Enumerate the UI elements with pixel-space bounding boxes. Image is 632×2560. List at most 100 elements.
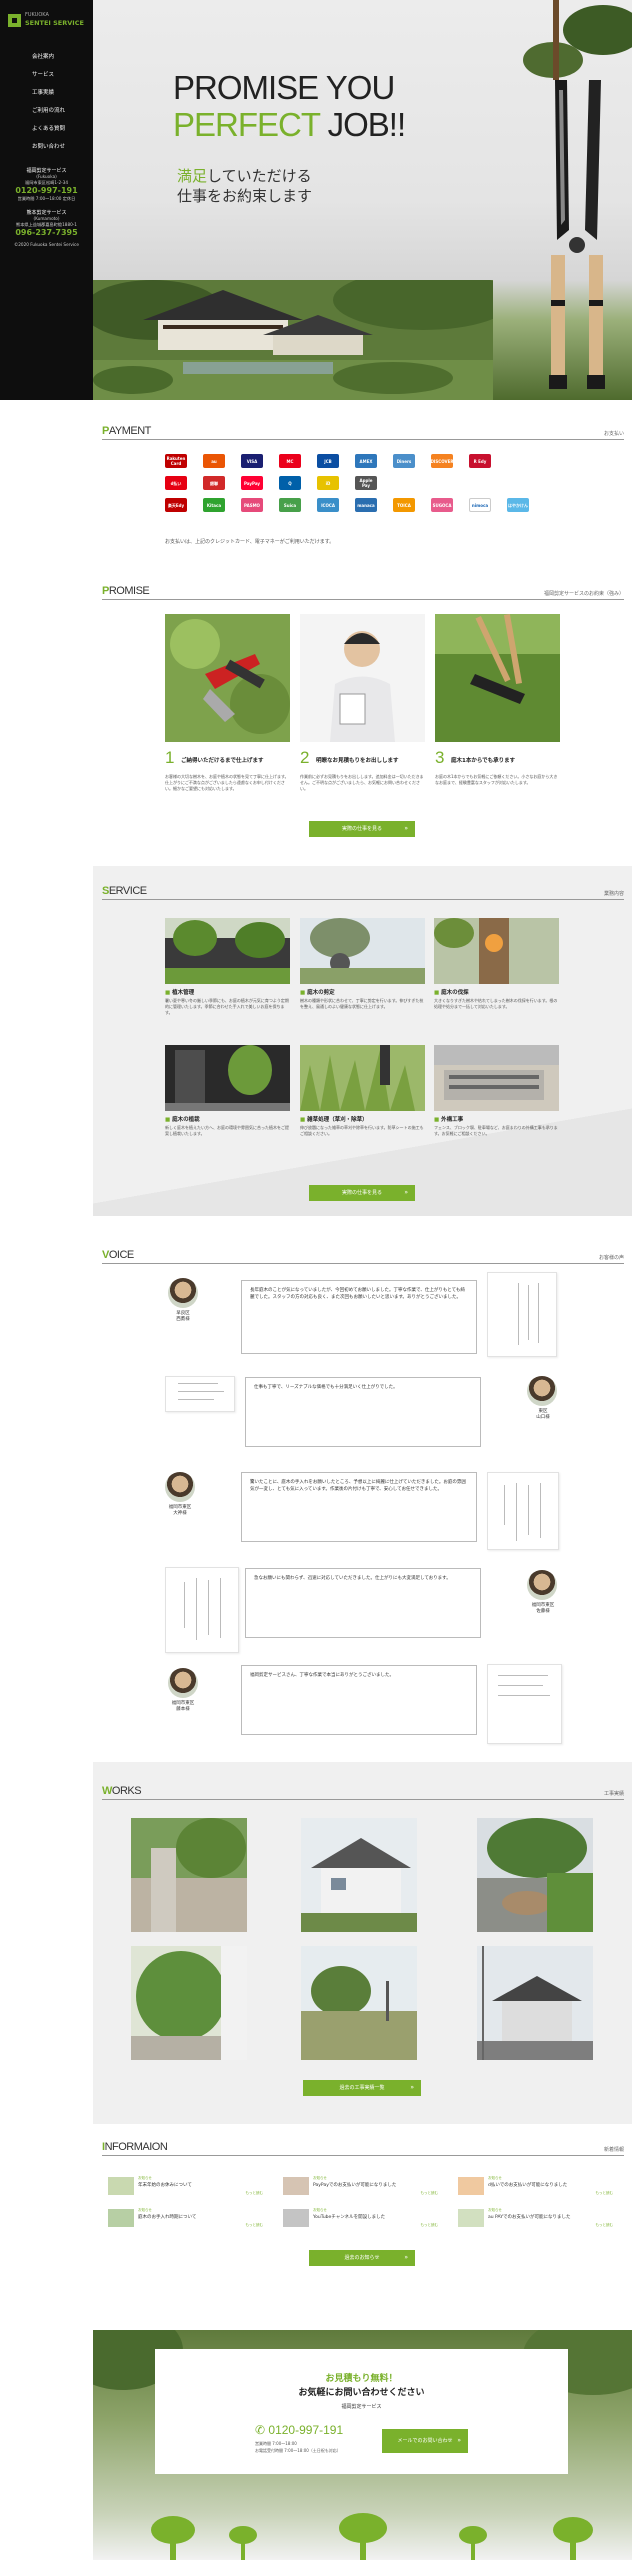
contact-note: お電話受付時間 7:00〜18:00（土日祝も対応） [255,2448,341,2453]
promise-number: 2 [300,748,310,767]
service-item-text: 新しく庭木を植えたい方へ、お庭の環境や雰囲気に合った植木をご提案し植栽いたします… [165,1125,289,1136]
hedge-shears-image [523,0,632,389]
works-header: WORKS 工事実績 [102,1784,624,1800]
info-thumbnail [458,2209,484,2227]
info-item[interactable]: お知らせ YouTubeチャンネルを開設しました もっと読む [283,2207,438,2231]
hero-title-job: JOB!! [319,106,407,143]
payment-logo: Apple Pay [355,476,377,490]
info-item[interactable]: お知らせ d払いでのお支払いが可能になりました もっと読む [458,2175,613,2199]
work-photo[interactable] [301,1818,417,1932]
sidebar-kumamoto-tel[interactable]: 096-237-7395 [0,228,93,238]
service-item[interactable]: 庭木の剪定 樹木の種類や形状に合わせて、丁寧に剪定を行います。伸びすぎた枝を整え… [300,918,425,1009]
payment-logo: DISCOVER [431,454,453,468]
customer-avatar [168,1278,198,1308]
info-thumbnail [108,2177,134,2195]
sidebar-item-faq[interactable]: よくある質問 [0,120,93,138]
promise-subtitle: 福岡剪定サービスのお約束（強み） [543,591,624,597]
works-list-button[interactable]: 過去の工事実績一覧 [303,2080,421,2096]
service-divider [102,899,624,900]
info-more-link[interactable]: もっと読む [246,2191,264,2196]
contact-tel-number: 0120-997-191 [268,2423,344,2437]
info-text: d払いでのお支払いが可能になりました [488,2183,568,2188]
payment-logo: d払い [165,476,187,490]
voice-comment: 仕事も丁寧で、リーズナブルな価格でも十分満足いく仕上がりでした。 [245,1377,481,1447]
customer-name: 福岡市東区 佐藤様 [531,1603,555,1614]
promise-more-button[interactable]: 実際の仕事を見る [309,821,415,837]
sidebar-item-flow[interactable]: ご利用の流れ [0,102,93,120]
service-item-title: 庭木の植栽 [165,1115,200,1123]
payment-logo: MC [279,454,301,468]
payment-logo: JCB [317,454,339,468]
service-item-title: 雑草処理（草刈・除草） [300,1115,368,1123]
customer-avatar [165,1472,195,1502]
service-item[interactable]: 植木管理 暑い夏や寒い冬の厳しい季節にも、お庭の植木が元気に育つよう定期的に管理… [165,918,290,1015]
work-photo[interactable] [477,1818,593,1932]
info-more-link[interactable]: もっと読む [596,2191,614,2196]
work-photo[interactable] [131,1818,247,1932]
info-item[interactable]: お知らせ 庭木のお手入れ時期について もっと読む [108,2207,263,2231]
hero-subtitle: 満足していただける 仕事をお約束します [177,166,312,206]
service-more-button[interactable]: 実際の仕事を見る [309,1185,415,1201]
payment-logo: manaca [355,498,377,512]
promise-divider [102,599,624,600]
tree-planting-photo [165,1045,290,1111]
work-photo[interactable] [131,1946,247,2060]
payment-logo: PASMO [241,498,263,512]
contact-heading-green: お見積もり無料！ [325,2374,398,2384]
info-item[interactable]: お知らせ PayPayでのお支払いが可能になりましたもっと読む [283,2175,438,2199]
sidebar-item-contact[interactable]: お問い合わせ [0,138,93,156]
info-archive-button[interactable]: 過去のお知らせ [309,2250,415,2266]
info-more-link[interactable]: もっと読む [246,2223,264,2228]
payment-logo: Diners [393,454,415,468]
info-text: PayPayでのお支払いが可能になりました [313,2183,397,2188]
hero-sub-line2: 仕事をお約束します [177,187,313,205]
payment-logo: ICOCA [317,498,339,512]
sidebar-item-company[interactable]: 会社案内 [0,48,93,66]
hero-title-line1: PROMISE YOU [173,69,395,106]
logo-mark-icon [8,14,21,27]
site-logo[interactable]: FUKUOKA SENTEI SERVICE [8,12,86,34]
service-item-text: 伸び放題になった雑草の草刈や除草を行います。防草シートの施工もご相談ください。 [300,1125,424,1136]
info-item[interactable]: お知らせ au PAYでのお支払いが可能になりました もっと読む [458,2207,613,2231]
handwritten-letter-image [165,1567,239,1653]
payment-row: d払い 銀聯 PayPay QiD Apple Pay [165,476,565,490]
weed-removal-photo [300,1045,425,1111]
sidebar-item-service[interactable]: サービス [0,66,93,84]
promise-item: 3 庭木1本からでも承ります お庭の木1本からでもお気軽にご依頼ください。小さな… [435,614,560,785]
handwritten-letter-image [487,1272,557,1357]
staff-photo [300,614,425,742]
info-thumbnail [108,2209,134,2227]
work-photo[interactable] [477,1946,593,2060]
service-item[interactable]: 庭木の植栽 新しく庭木を植えたい方へ、お庭の環境や雰囲気に合った植木をご提案し植… [165,1045,290,1136]
service-item[interactable]: 外構工事 フェンス、ブロック塀、駐車場など、お庭まわりの外構工事も承ります。お気… [434,1045,559,1136]
works-background [93,1762,632,2124]
promise-description: お客様の大切な樹木を、お庭や植木の状態を見て丁寧に仕上げます。仕上がりにご不満な… [165,774,289,791]
payment-logos: Rakuten Card au VISA MC JCB AMEX Diners DISCOVE… [165,454,565,520]
voice-comment: 驚いたことに、庭木の手入れをお願いしたところ、予想以上に綺麗に仕上げていただきま… [241,1472,477,1542]
japanese-garden-image [93,280,493,400]
info-tag: お知らせ [313,2176,327,2180]
contact-mail-button[interactable]: メールでのお問い合わせ [382,2429,468,2453]
hero: PROMISE YOU PERFECT JOB!! 満足していただける 仕事をお… [93,0,632,400]
info-divider [102,2155,624,2156]
info-more-link[interactable]: もっと読む [421,2223,439,2228]
contact-tel[interactable]: ✆ 0120-997-191 [255,2423,343,2437]
voice-comment: 急なお願いにも関わらず、迅速に対応していただきました。仕上がりにも大変満足してお… [245,1568,481,1638]
payment-title: PAYMENT [102,425,151,437]
service-item-title: 庭木の剪定 [300,988,335,996]
info-more-link[interactable]: もっと読む [596,2223,614,2228]
service-item[interactable]: 庭木の伐採 大きくなりすぎた樹木や枯れてしまった樹木の伐採を行います。根の処理や… [434,918,559,1009]
work-photo[interactable] [301,1946,417,2060]
sidebar-item-works[interactable]: 工事実績 [0,84,93,102]
service-item[interactable]: 雑草処理（草刈・除草） 伸び放題になった雑草の草刈や除草を行います。防草シートの… [300,1045,425,1136]
service-item-text: 樹木の種類や形状に合わせて、丁寧に剪定を行います。伸びすぎた枝を整え、風通しのよ… [300,998,424,1009]
info-item[interactable]: お知らせ 年末年始のお休みについて もっと読む [108,2175,263,2199]
contact-hours: 営業時間 7:00〜18:00 [255,2441,297,2446]
service-item-text: フェンス、ブロック塀、駐車場など、お庭まわりの外構工事も承ります。お気軽にご相談… [434,1125,558,1136]
customer-name: 早良区 西鷹様 [176,1311,190,1322]
tree-pruning-photo [300,918,425,984]
info-thumbnail [458,2177,484,2195]
sidebar-fukuoka-tel[interactable]: 0120-997-191 [0,186,93,196]
info-more-link[interactable]: もっと読む [421,2191,439,2196]
customer-avatar [168,1668,198,1698]
